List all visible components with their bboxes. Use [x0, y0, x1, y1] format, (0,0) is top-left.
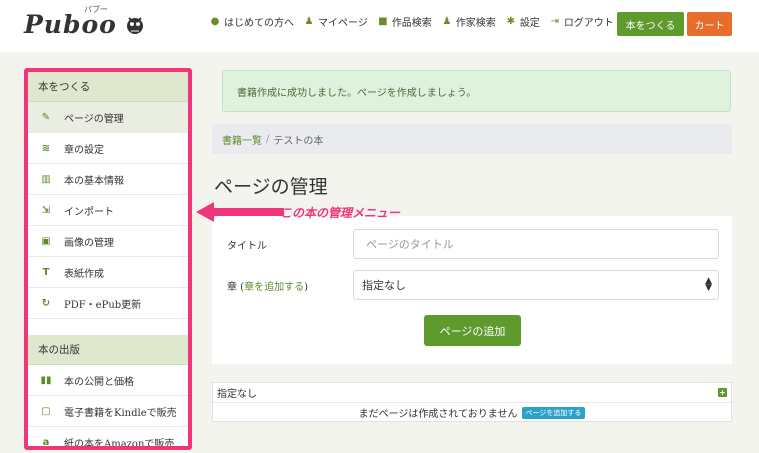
chapter-name: 指定なし	[217, 389, 257, 400]
sidebar-item-label: 画像の管理	[64, 237, 114, 249]
sidebar-item-label: 紙の本をAmazonで販売	[64, 438, 175, 450]
nav-item-beginners[interactable]: ● はじめての方へ	[210, 14, 294, 29]
nav-item-book-search[interactable]: ■ 作品検索	[378, 14, 432, 29]
header: Puboo パブー ● はじめての方へ ♟ マイページ ■ 作品検索 ♟ 作家検…	[0, 0, 759, 48]
logout-icon: ⇥	[550, 15, 559, 27]
nav-label: 作品検索	[391, 18, 432, 29]
top-nav: ● はじめての方へ ♟ マイページ ■ 作品検索 ♟ 作家検索 ✱ 設定 ⇥ ロ…	[210, 14, 624, 29]
logo[interactable]: Puboo パブー	[24, 5, 147, 39]
chapter-select[interactable]: 指定なし ▲ ▼	[353, 270, 719, 300]
chapter-list-panel: 指定なし + まだページは作成されておりません ページを追加する	[212, 382, 732, 422]
sidebar-item-label: 表紙作成	[64, 268, 104, 280]
book-icon: ■	[378, 15, 388, 27]
title-label: タイトル	[227, 241, 267, 252]
nav-label: 作家検索	[455, 18, 496, 29]
chapter-empty-row: まだページは作成されておりません ページを追加する	[213, 403, 731, 422]
sidebar-item-cover[interactable]: T 表紙作成	[28, 257, 188, 288]
mascot-icon	[126, 17, 143, 34]
sidebar-item-publish-price[interactable]: ▮▮ 本の公開と価格	[28, 365, 188, 396]
gear-icon: ✱	[506, 15, 515, 27]
annotation-arrow	[196, 202, 284, 222]
sidebar-item-label: 電子書籍をKindleで販売	[64, 407, 177, 419]
chapter-label: 章 (章を追加する)	[227, 278, 308, 293]
sidebar-item-label: インポート	[64, 206, 114, 218]
sidebar-item-label: 本の基本情報	[64, 175, 124, 187]
info-circle-icon: ●	[210, 15, 220, 27]
empty-message: まだページは作成されておりません	[358, 409, 518, 420]
barcode-icon: ▥	[41, 173, 51, 185]
book-management-sidebar: 本をつくる ✎ ページの管理 ≋ 章の設定 ▥ 本の基本情報 ⇲ インポート ▣…	[24, 68, 192, 450]
sidebar-section-publish: 本の出版	[28, 335, 188, 365]
add-icon[interactable]: +	[718, 388, 727, 397]
sidebar-section-create: 本をつくる	[28, 72, 188, 102]
chapter-label-prefix: 章 (	[227, 282, 245, 293]
sidebar-item-chapters[interactable]: ≋ 章の設定	[28, 133, 188, 164]
nav-item-mypage[interactable]: ♟ マイページ	[304, 14, 368, 29]
sidebar-item-amazon[interactable]: a 紙の本をAmazonで販売	[28, 427, 188, 450]
sidebar-item-label: PDF・ePub更新	[64, 299, 142, 311]
sidebar-item-label: ページの管理	[64, 113, 124, 125]
sidebar-item-pages[interactable]: ✎ ページの管理	[28, 102, 188, 133]
breadcrumb-current: テストの本	[273, 135, 324, 147]
nav-label: 設定	[519, 18, 540, 29]
breadcrumb-link-books[interactable]: 書籍一覧	[222, 132, 262, 147]
sidebar-item-import[interactable]: ⇲ インポート	[28, 195, 188, 226]
refresh-icon: ↻	[41, 297, 51, 309]
add-page-badge[interactable]: ページを追加する	[521, 406, 586, 419]
sidebar-spacer	[28, 319, 188, 335]
user-icon: ♟	[304, 15, 314, 27]
nav-item-settings[interactable]: ✱ 設定	[506, 14, 540, 29]
chapter-header: 指定なし +	[213, 383, 731, 403]
image-icon: ▣	[41, 235, 51, 247]
add-chapter-link[interactable]: 章を追加する	[244, 282, 304, 293]
nav-label: はじめての方へ	[224, 18, 294, 29]
edit-icon: ✎	[41, 111, 51, 123]
breadcrumb: 書籍一覧 / テストの本	[212, 124, 732, 154]
import-icon: ⇲	[41, 204, 51, 216]
chapter-label-suffix: )	[304, 282, 308, 293]
nav-item-logout[interactable]: ⇥ ログアウト	[550, 14, 614, 29]
sidebar-item-kindle[interactable]: ▢ 電子書籍をKindleで販売	[28, 396, 188, 427]
text-icon: T	[42, 266, 50, 278]
cart-button[interactable]: カート	[687, 12, 732, 36]
add-page-button[interactable]: ページの追加	[424, 315, 521, 346]
logo-kana: パブー	[84, 5, 108, 14]
make-book-button[interactable]: 本をつくる	[617, 12, 684, 36]
sidebar-item-book-info[interactable]: ▥ 本の基本情報	[28, 164, 188, 195]
chapter-select-value: 指定なし	[362, 279, 406, 292]
sidebar-item-label: 章の設定	[64, 144, 104, 156]
page-title-input[interactable]: ページのタイトル	[353, 229, 719, 259]
success-alert: 書籍作成に成功しました。ページを作成しましょう。	[222, 70, 731, 112]
annotation-label: この本の管理メニュー	[280, 206, 401, 220]
users-icon: ♟	[442, 15, 452, 27]
nav-label: マイページ	[318, 18, 368, 29]
sidebar-item-label: 本の公開と価格	[64, 376, 134, 388]
select-arrows-icon: ▲ ▼	[705, 276, 712, 293]
page-title: ページの管理	[214, 176, 328, 198]
layers-icon: ≋	[41, 142, 51, 154]
sidebar-item-images[interactable]: ▣ 画像の管理	[28, 226, 188, 257]
nav-label: ログアウト	[563, 18, 614, 29]
breadcrumb-separator: /	[266, 133, 270, 145]
amazon-icon: a	[42, 436, 50, 448]
sidebar-item-pdf-epub[interactable]: ↻ PDF・ePub更新	[28, 288, 188, 319]
open-book-icon: ▮▮	[40, 374, 52, 386]
tablet-icon: ▢	[41, 405, 51, 417]
nav-item-author-search[interactable]: ♟ 作家検索	[442, 14, 496, 29]
